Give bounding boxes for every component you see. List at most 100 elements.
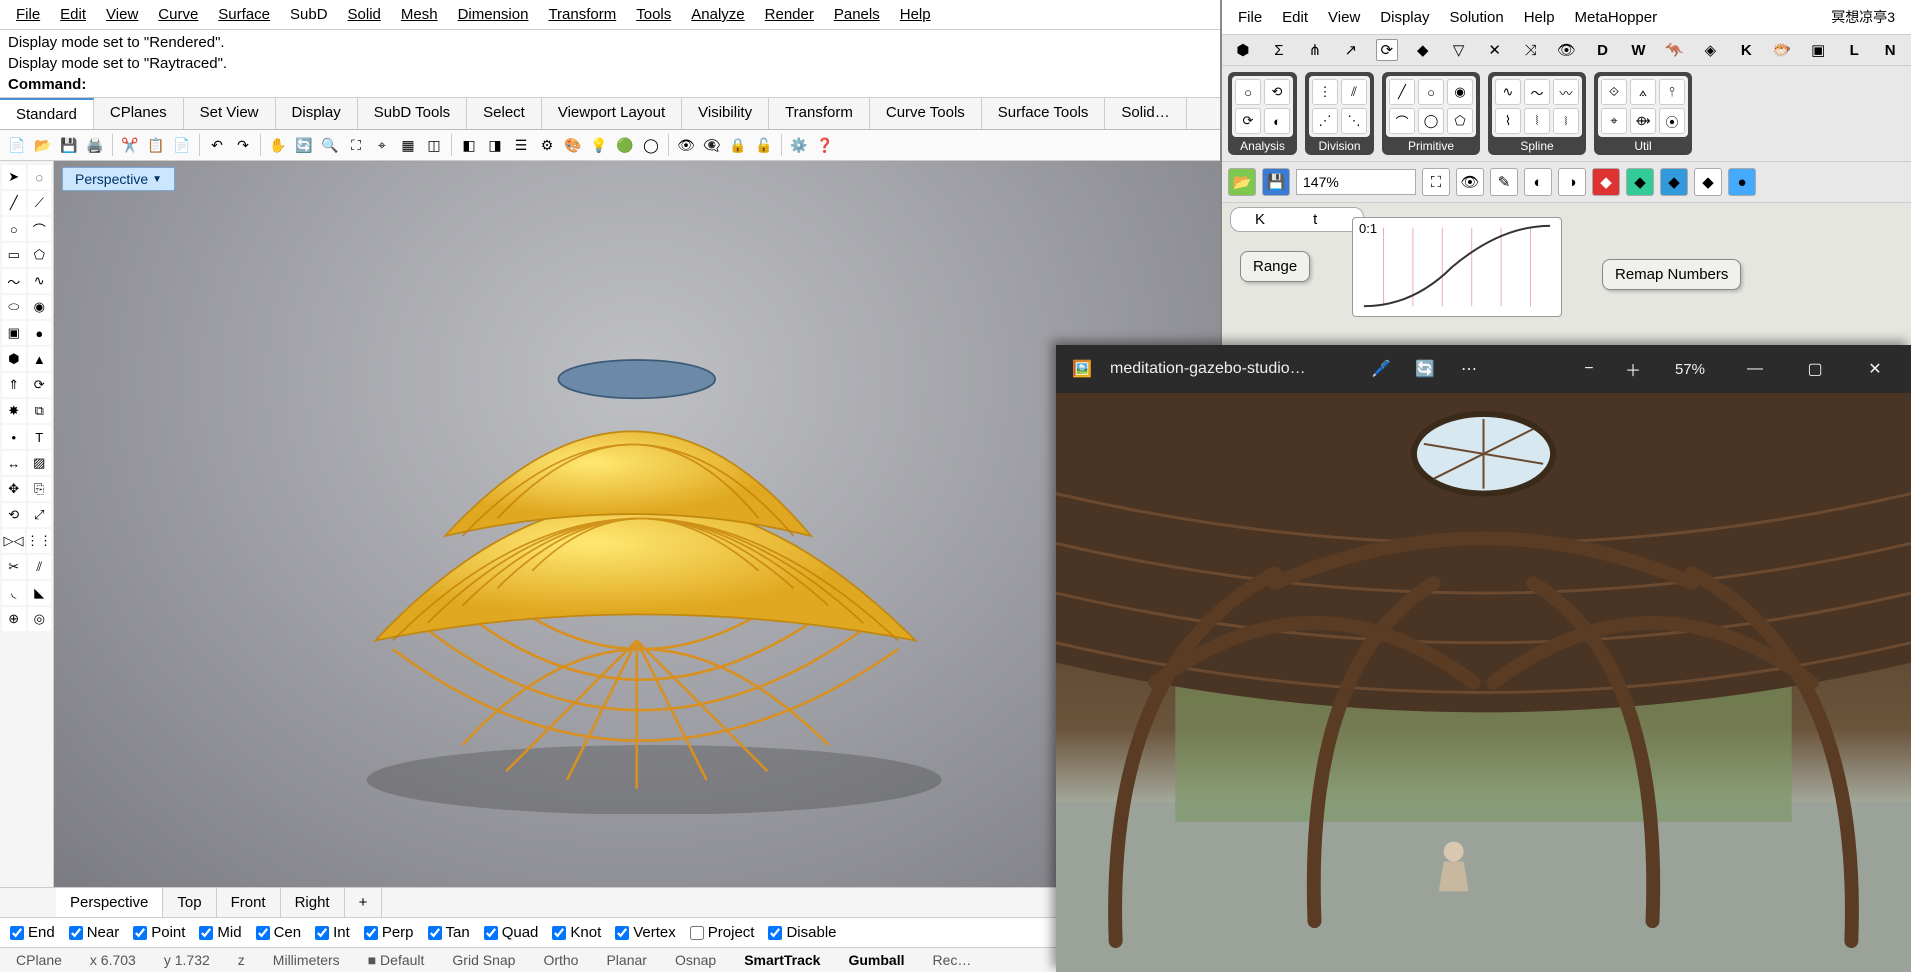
status-layer[interactable]: ■ Default <box>362 952 431 968</box>
circle-icon[interactable]: ○ <box>2 217 26 241</box>
trim-icon[interactable]: ✂ <box>2 555 26 579</box>
viewtab-front[interactable]: Front <box>217 888 281 917</box>
menu-help[interactable]: Help <box>890 2 941 27</box>
tab-cplanes[interactable]: CPlanes <box>94 98 184 129</box>
menu-panels[interactable]: Panels <box>824 2 890 27</box>
tab-viewportlayout[interactable]: Viewport Layout <box>542 98 682 129</box>
gh-comp-icon[interactable]: ◯ <box>1418 108 1444 134</box>
menu-solid[interactable]: Solid <box>338 2 391 27</box>
viewport-dropdown-icon[interactable]: ▼ <box>152 174 162 185</box>
arc-icon[interactable]: ⌒ <box>28 217 52 241</box>
grid-icon[interactable]: ▦ <box>397 134 419 156</box>
polygon-icon[interactable]: ⬠ <box>28 243 52 267</box>
cylinder-icon[interactable]: ⬢ <box>2 347 26 371</box>
gh-tab-vector-icon[interactable]: ↗ <box>1340 39 1362 61</box>
gh-menu-view[interactable]: View <box>1318 5 1370 30</box>
photos-rotate-icon[interactable]: 🔄 <box>1411 355 1439 383</box>
gh-tab-n[interactable]: N <box>1879 39 1901 61</box>
menu-view[interactable]: View <box>96 2 148 27</box>
render-icon[interactable]: 🎨 <box>562 134 584 156</box>
osnap-quad[interactable]: Quad <box>484 924 539 941</box>
photos-more-icon[interactable]: ⋯ <box>1455 355 1483 383</box>
tab-curvetools[interactable]: Curve Tools <box>870 98 982 129</box>
status-smarttrack[interactable]: SmartTrack <box>738 952 826 968</box>
menu-mesh[interactable]: Mesh <box>391 2 448 27</box>
open-icon[interactable]: 📂 <box>32 134 54 156</box>
gh-comp-icon[interactable]: ╱ <box>1389 79 1415 105</box>
gh-wire-icon[interactable]: ◑ <box>1558 168 1586 196</box>
gh-comp-icon[interactable]: ◉ <box>1447 79 1473 105</box>
gh-tab-params-icon[interactable]: ⬢ <box>1232 39 1254 61</box>
close-icon[interactable]: ✕ <box>1853 354 1897 384</box>
status-osnap[interactable]: Osnap <box>669 952 722 968</box>
tab-transform[interactable]: Transform <box>769 98 870 129</box>
gh-tab-w[interactable]: W <box>1627 39 1649 61</box>
gh-menu-display[interactable]: Display <box>1370 5 1439 30</box>
gh-tab-pufferfish-icon[interactable]: 🐡 <box>1771 39 1793 61</box>
pointer-icon[interactable]: ➤ <box>2 165 26 189</box>
hatch-icon[interactable]: ▨ <box>28 451 52 475</box>
gh-comp-icon[interactable]: ⋰ <box>1312 108 1338 134</box>
command-prompt[interactable]: Command: <box>8 74 1212 95</box>
menu-file[interactable]: File <box>6 2 50 27</box>
gh-comp-icon[interactable]: 〰 <box>1553 79 1579 105</box>
zoom-extents-icon[interactable]: ⛶ <box>345 134 367 156</box>
osnap-disable[interactable]: Disable <box>768 924 836 941</box>
viewtab-add[interactable]: + <box>345 888 383 917</box>
gh-tab-k[interactable]: K <box>1735 39 1757 61</box>
print-icon[interactable]: 🖨️ <box>84 134 106 156</box>
undo-icon[interactable]: ↶ <box>206 134 228 156</box>
boolean-icon[interactable]: ⊕ <box>2 607 26 631</box>
menu-subd[interactable]: SubD <box>280 2 338 27</box>
status-units[interactable]: Millimeters <box>267 952 346 968</box>
lasso-icon[interactable]: ◌ <box>28 165 52 189</box>
dim-icon[interactable]: ↔ <box>2 451 26 475</box>
photos-zoomin-icon[interactable]: ＋ <box>1619 355 1647 383</box>
tab-visibility[interactable]: Visibility <box>682 98 769 129</box>
gh-tab-display-icon[interactable]: 👁 <box>1556 39 1578 61</box>
spiral-icon[interactable]: ◉ <box>28 295 52 319</box>
explode-icon[interactable]: ✸ <box>2 399 26 423</box>
minimize-icon[interactable]: — <box>1733 354 1777 384</box>
gh-comp-icon[interactable]: ⟑ <box>1630 79 1656 105</box>
shell-icon[interactable]: ◎ <box>28 607 52 631</box>
lock-icon[interactable]: 🔒 <box>727 134 749 156</box>
gh-comp-icon[interactable]: ⌒ <box>1389 108 1415 134</box>
properties-icon[interactable]: ⚙ <box>536 134 558 156</box>
menu-transform[interactable]: Transform <box>538 2 626 27</box>
gh-comp-icon[interactable]: ⟲ <box>1264 79 1290 105</box>
rotate2-icon[interactable]: ⟲ <box>2 503 26 527</box>
copy-icon[interactable]: 📋 <box>145 134 167 156</box>
gh-comp-icon[interactable]: ⫯ <box>1659 79 1685 105</box>
gh-comp-icon[interactable]: ⌖ <box>1601 108 1627 134</box>
gh-tab-curve-icon[interactable]: ⟳ <box>1376 39 1398 61</box>
curve-icon[interactable]: ～ <box>2 269 26 293</box>
gh-tab-intersect-icon[interactable]: ✕ <box>1484 39 1506 61</box>
osnap-mid[interactable]: Mid <box>199 924 241 941</box>
cplane-icon[interactable]: ◧ <box>458 134 480 156</box>
show-icon[interactable]: 👁‍🗨 <box>701 134 723 156</box>
menu-surface[interactable]: Surface <box>208 2 280 27</box>
scale-icon[interactable]: ⤢ <box>28 503 52 527</box>
tab-solid[interactable]: Solid… <box>1105 98 1186 129</box>
photos-edit-icon[interactable]: 🖊️ <box>1367 355 1395 383</box>
line-icon[interactable]: ╱ <box>2 191 26 215</box>
tab-display[interactable]: Display <box>276 98 358 129</box>
sphere-icon[interactable]: ● <box>28 321 52 345</box>
gh-comp-icon[interactable]: ⋱ <box>1341 108 1367 134</box>
gh-shade-icon[interactable]: ◆ <box>1592 168 1620 196</box>
tab-surfacetools[interactable]: Surface Tools <box>982 98 1106 129</box>
status-ortho[interactable]: Ortho <box>537 952 584 968</box>
gh-comp-icon[interactable]: ◐ <box>1264 108 1290 134</box>
gh-tab-d[interactable]: D <box>1592 39 1614 61</box>
extrude-icon[interactable]: ⇑ <box>2 373 26 397</box>
gh-comp-icon[interactable]: ⌇ <box>1495 108 1521 134</box>
rotate-icon[interactable]: 🔄 <box>293 134 315 156</box>
tab-standard[interactable]: Standard <box>0 98 94 129</box>
status-gridsnap[interactable]: Grid Snap <box>446 952 521 968</box>
menu-tools[interactable]: Tools <box>626 2 681 27</box>
interpcrv-icon[interactable]: ∿ <box>28 269 52 293</box>
gh-comp-icon[interactable]: ⫽ <box>1341 79 1367 105</box>
viewport-label[interactable]: Perspective ▼ <box>62 167 175 191</box>
gh-node-remap[interactable]: Remap Numbers <box>1602 259 1741 290</box>
